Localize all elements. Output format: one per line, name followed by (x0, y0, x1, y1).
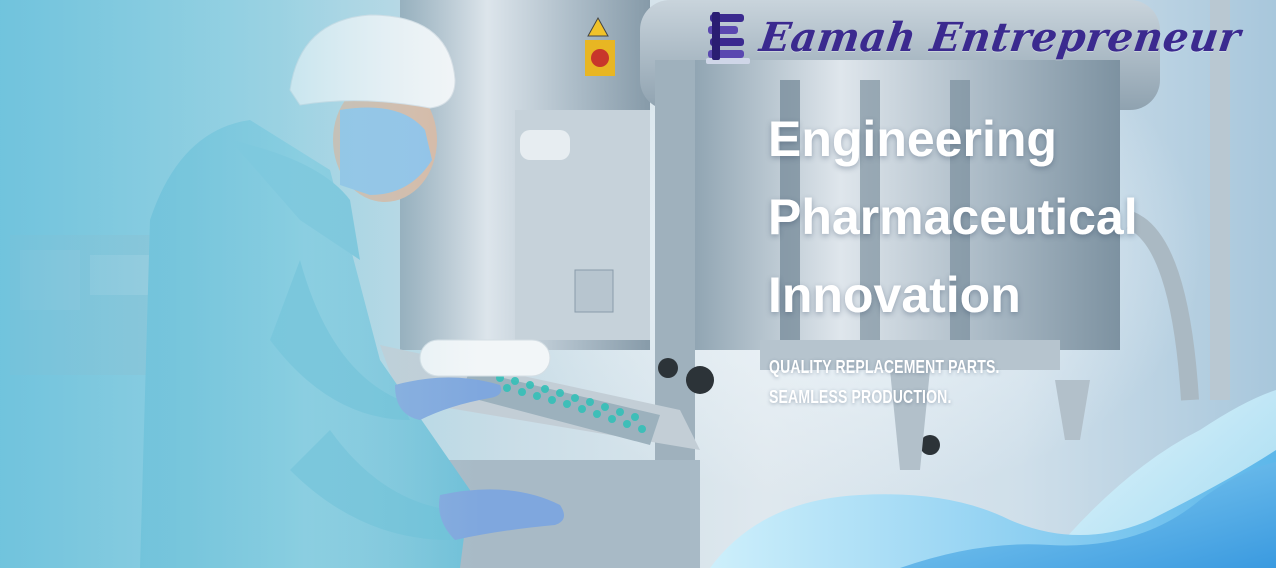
hero-headline: Engineering Pharmaceutical Innovation (768, 100, 1138, 334)
hero-tagline: QUALITY REPLACEMENT PARTS. SEAMLESS PROD… (769, 352, 1000, 412)
headline-line-3: Innovation (768, 267, 1021, 323)
hero-banner: Eamah Entrepreneur Engineering Pharmaceu… (0, 0, 1276, 568)
tagline-line-2: SEAMLESS PRODUCTION. (769, 387, 952, 407)
headline-line-2: Pharmaceutical (768, 189, 1138, 245)
brand-name: Eamah Entrepreneur (756, 13, 1244, 61)
headline-line-1: Engineering (768, 111, 1057, 167)
tagline-line-1: QUALITY REPLACEMENT PARTS. (769, 357, 1000, 377)
brand-logo[interactable]: Eamah Entrepreneur (706, 8, 1244, 66)
stacked-e-logo-icon (706, 12, 750, 64)
